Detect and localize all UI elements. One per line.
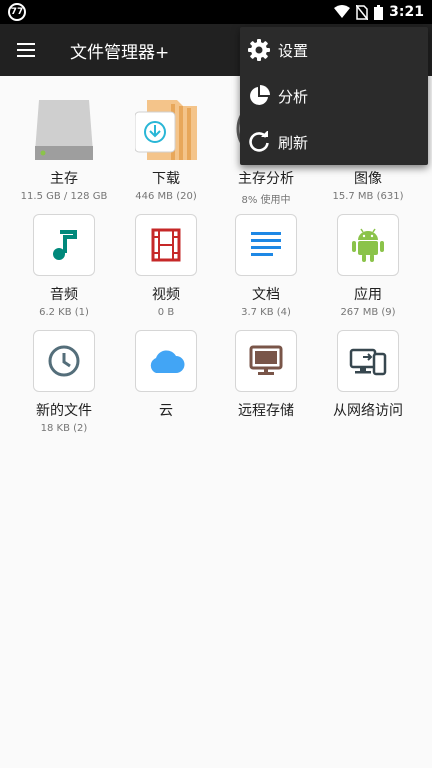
tile-label: 图像 (354, 171, 382, 187)
tile-subtext: 6.2 KB (1) (39, 307, 89, 318)
tile-label: 主存分析 (238, 171, 294, 187)
tile-label: 应用 (354, 287, 382, 303)
cloud-icon (135, 330, 197, 392)
tile-label: 视频 (152, 287, 180, 303)
menu-item-label: 刷新 (278, 133, 309, 152)
pie-chart-icon (240, 85, 278, 107)
menu-item-refresh[interactable]: 刷新 (240, 119, 428, 165)
tile-subtext: 267 MB (9) (340, 307, 396, 318)
tile-remote-storage[interactable]: 远程存储 (214, 330, 318, 423)
tile-label: 从网络访问 (333, 403, 403, 419)
tile-label: 下载 (152, 171, 180, 187)
battery-icon (374, 4, 384, 20)
storage-drive-icon (33, 98, 95, 160)
tile-cloud[interactable]: 云 (114, 330, 218, 423)
tile-subtext: 3.7 KB (4) (241, 307, 291, 318)
tile-label: 云 (159, 403, 173, 419)
tile-video[interactable]: 视频 0 B (114, 214, 218, 318)
notification-badge-icon: 77 (8, 3, 26, 21)
tile-apps[interactable]: 应用 267 MB (9) (316, 214, 420, 318)
music-note-icon (33, 214, 95, 276)
tile-documents[interactable]: 文档 3.7 KB (4) (214, 214, 318, 318)
tile-recent-files[interactable]: 新的文件 18 KB (2) (12, 330, 116, 434)
tile-label: 新的文件 (36, 403, 92, 419)
android-icon (337, 214, 399, 276)
tile-subtext: 0 B (157, 307, 175, 318)
app-title: 文件管理器+ (70, 43, 170, 63)
tile-label: 音频 (50, 287, 78, 303)
menu-item-settings[interactable]: 设置 (240, 27, 428, 73)
tile-subtext: 11.5 GB / 128 GB (20, 191, 108, 202)
menu-item-label: 分析 (278, 87, 309, 106)
devices-icon (337, 330, 399, 392)
tile-subtext: 15.7 MB (631) (332, 191, 404, 202)
tile-main-storage[interactable]: 主存 11.5 GB / 128 GB (12, 98, 116, 202)
refresh-icon (240, 131, 278, 153)
tile-label: 文档 (252, 287, 280, 303)
tile-subtext: 18 KB (2) (40, 423, 88, 434)
overflow-menu: 设置 分析 刷新 (240, 27, 428, 165)
tile-subtext: 8% 使用中 (241, 195, 291, 206)
menu-item-label: 设置 (278, 41, 309, 60)
tile-audio[interactable]: 音频 6.2 KB (1) (12, 214, 116, 318)
status-time: 3:21 (389, 4, 424, 20)
wifi-icon (334, 5, 351, 18)
tile-network-access[interactable]: 从网络访问 (316, 330, 420, 423)
status-bar: 77 3:21 (0, 0, 432, 24)
tile-subtext: 446 MB (20) (135, 191, 197, 202)
document-icon (235, 214, 297, 276)
status-indicators: 3:21 (334, 0, 424, 24)
hamburger-menu-icon[interactable] (10, 34, 42, 66)
no-sim-icon (356, 4, 369, 20)
gear-icon (240, 39, 278, 61)
tile-label: 主存 (50, 171, 78, 187)
download-folder-icon (135, 98, 197, 160)
clock-icon (33, 330, 95, 392)
tile-label: 远程存储 (238, 403, 294, 419)
film-icon (135, 214, 197, 276)
menu-item-analyze[interactable]: 分析 (240, 73, 428, 119)
tile-downloads[interactable]: 下载 446 MB (20) (114, 98, 218, 202)
monitor-icon (235, 330, 297, 392)
